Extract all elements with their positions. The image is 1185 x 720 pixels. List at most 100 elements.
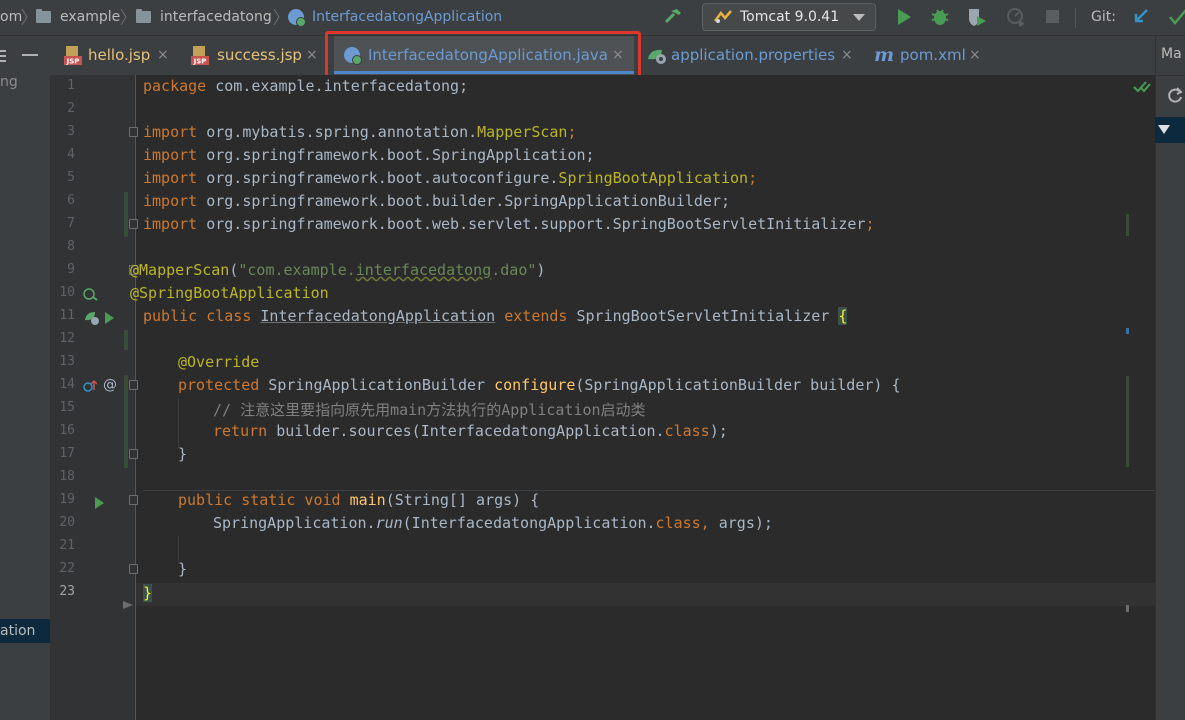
code-line-19: public static void main(String[] args) { — [178, 491, 540, 509]
line-number: 15 — [59, 400, 75, 415]
line-number: 23 — [59, 584, 75, 599]
vcs-change-marker — [124, 375, 128, 468]
breadcrumb-class[interactable]: InterfacedatongApplication — [312, 0, 502, 35]
line-number: 17 — [59, 446, 75, 461]
line-number: 14 — [59, 377, 75, 392]
chevron-down-icon — [853, 14, 865, 21]
line-number: 2 — [67, 101, 75, 116]
close-icon[interactable]: × — [841, 36, 853, 75]
breadcrumb-separator-icon — [120, 8, 127, 26]
scrollbar-change-marker — [1126, 376, 1129, 467]
stop-icon[interactable] — [1042, 6, 1064, 28]
line-number: 3 — [67, 124, 75, 139]
tab-label: success.jsp — [217, 46, 302, 64]
scrollbar-marker — [1126, 328, 1129, 334]
tab-label: hello.jsp — [88, 46, 151, 64]
breadcrumb-separator-icon — [273, 8, 280, 26]
profiler-icon[interactable] — [1005, 6, 1027, 28]
run-configuration-label: Tomcat 9.0.41 — [740, 9, 840, 25]
fold-marker-icon[interactable] — [129, 380, 138, 390]
line-number: 10 — [59, 285, 75, 300]
indent-guide — [178, 536, 179, 563]
spring-properties-icon — [648, 49, 666, 64]
line-number: 4 — [67, 147, 75, 162]
code-line-11: public class InterfacedatongApplication … — [143, 307, 848, 325]
run-icon[interactable] — [893, 6, 915, 28]
spring-bean-icon[interactable] — [83, 310, 101, 326]
code-line-9: @MapperScan("com.example.interfacedatong… — [130, 261, 546, 279]
tab-success-jsp[interactable]: JSP success.jsp × — [183, 36, 324, 75]
breadcrumb-root[interactable]: om — [0, 0, 22, 35]
spring-bean-icon[interactable] — [83, 287, 99, 301]
line-number: 9 — [67, 262, 75, 277]
fold-marker-icon[interactable] — [129, 219, 138, 229]
code-line-10: @SpringBootApplication — [130, 284, 329, 302]
tab-application-properties[interactable]: application.properties × — [644, 36, 862, 75]
breadcrumb-interfacedatong[interactable]: interfacedatong — [160, 0, 272, 35]
run-with-coverage-icon[interactable] — [966, 6, 988, 28]
overrides-method-icon[interactable] — [83, 379, 97, 393]
line-number: 5 — [67, 170, 75, 185]
code-line-6: import org.springframework.boot.builder.… — [143, 192, 731, 210]
svg-text:JSP: JSP — [66, 58, 80, 66]
jsp-file-icon: JSP — [191, 46, 209, 65]
vcs-change-marker — [124, 330, 128, 350]
run-gutter-icon[interactable] — [95, 497, 104, 509]
project-tree-fragment: ng — [0, 74, 18, 90]
tab-hello-jsp[interactable]: JSP hello.jsp × — [56, 36, 183, 75]
build-hammer-icon[interactable] — [662, 6, 684, 28]
code-line-1: package com.example.interfacedatong; — [143, 77, 469, 95]
inspection-ok-icon[interactable] — [1133, 79, 1151, 95]
line-number: 13 — [59, 354, 75, 369]
code-line-4: import org.springframework.boot.SpringAp… — [143, 146, 595, 164]
minimize-icon[interactable] — [22, 54, 38, 57]
fold-marker-icon[interactable] — [129, 564, 138, 574]
project-tree-selected-item[interactable]: ation — [0, 619, 50, 643]
run-configuration-select[interactable]: Tomcat 9.0.41 — [702, 3, 876, 31]
maven-tree-selected-row[interactable] — [1155, 117, 1185, 143]
run-gutter-icon[interactable] — [105, 312, 114, 324]
line-number: 11 — [59, 308, 75, 323]
maven-icon: m — [874, 44, 895, 66]
line-number: 20 — [59, 515, 75, 530]
scrollbar-change-marker — [1126, 214, 1129, 236]
annotation-at-icon: @ — [103, 377, 117, 393]
toolbar-divider — [1075, 8, 1076, 28]
caret-row-highlight — [136, 583, 1155, 606]
close-icon[interactable]: × — [969, 36, 981, 75]
code-line-20: SpringApplication.run(InterfacedatongApp… — [213, 514, 773, 532]
code-line-17: } — [178, 445, 188, 463]
settings-icon[interactable] — [0, 48, 14, 64]
code-line-22: } — [178, 560, 188, 578]
fold-marker-icon[interactable] — [129, 127, 138, 137]
git-commit-icon[interactable] — [1167, 6, 1185, 28]
tab-label: pom.xml — [900, 46, 966, 64]
indent-guide — [178, 398, 179, 448]
line-number: 19 — [59, 492, 75, 507]
git-label: Git: — [1091, 9, 1116, 25]
fold-marker-icon[interactable] — [129, 449, 138, 459]
tab-pom-xml[interactable]: m pom.xml × — [868, 36, 988, 75]
code-line-23: } — [143, 584, 153, 602]
svg-text:JSP: JSP — [193, 58, 207, 66]
breadcrumb-example[interactable]: example — [60, 0, 120, 35]
tab-label: application.properties — [671, 46, 836, 64]
breadcrumb-separator-icon — [21, 8, 28, 26]
code-line-16: return builder.sources(InterfacedatongAp… — [213, 422, 728, 440]
code-line-15: // 注意这里要指向原先用main方法执行的Application启动类 — [213, 401, 646, 419]
line-number: 1 — [67, 78, 75, 93]
maven-tool-window-label[interactable]: Ma — [1161, 46, 1182, 62]
line-number: 16 — [59, 423, 75, 438]
line-number: 21 — [59, 538, 75, 553]
close-icon[interactable]: × — [306, 36, 318, 75]
code-line-14: protected SpringApplicationBuilder confi… — [178, 376, 901, 394]
line-number: 12 — [59, 331, 75, 346]
close-icon[interactable]: × — [157, 36, 169, 75]
fold-marker-icon[interactable] — [129, 495, 138, 505]
code-line-5: import org.springframework.boot.autoconf… — [143, 169, 758, 187]
git-update-icon[interactable] — [1130, 6, 1152, 28]
refresh-icon[interactable] — [1166, 86, 1184, 104]
jsp-file-icon: JSP — [64, 46, 82, 65]
expand-arrow-icon[interactable] — [1158, 125, 1170, 134]
debug-icon[interactable] — [929, 6, 951, 28]
